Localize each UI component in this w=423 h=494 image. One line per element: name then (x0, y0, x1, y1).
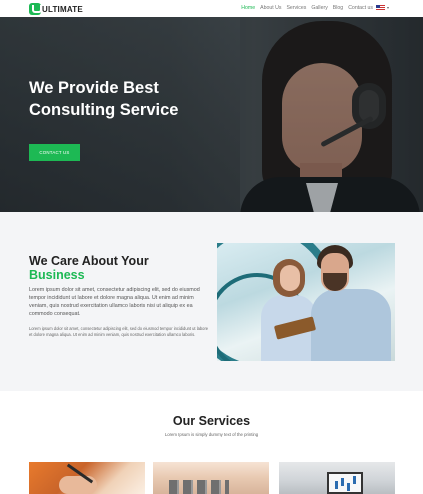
services-subtitle: Lorem Ipsum is simply dummy text of the … (164, 432, 259, 437)
service-card-3-image[interactable] (279, 462, 395, 494)
hero-title: We Provide Best Consulting Service (29, 77, 229, 121)
about-image (217, 243, 395, 361)
nav-item-contact-us[interactable]: Contact us (348, 5, 373, 11)
about-paragraph-1: Lorem ipsum dolor sit amet, consectetur … (29, 287, 200, 317)
about-image-man-body (311, 289, 391, 361)
services-title: Our Services (172, 414, 251, 428)
chart-board-icon (327, 472, 363, 494)
nav-item-services[interactable]: Services (286, 5, 306, 11)
about-paragraph-2: Lorem ipsum dolor sit amet, consectetur … (29, 326, 209, 337)
hero-title-line2: Consulting Service (29, 101, 179, 119)
chevron-down-icon[interactable] (387, 7, 389, 9)
coins-icon (169, 480, 229, 494)
us-flag-icon[interactable] (376, 5, 385, 11)
about-image-woman-face (280, 265, 300, 291)
about-title-line1: We Care About Your (29, 254, 149, 268)
logo[interactable]: ULTIMATE (29, 3, 83, 15)
about-title-line2: Business (29, 268, 85, 282)
nav-item-gallery[interactable]: Gallery (311, 5, 327, 11)
logo-text: ULTIMATE (42, 4, 83, 14)
service-card-1-image[interactable] (29, 462, 145, 494)
hero-banner: We Provide Best Consulting Service CONTA… (0, 17, 423, 212)
about-section: We Care About Your Business Lorem ipsum … (0, 212, 423, 391)
logo-icon (29, 3, 42, 15)
contact-us-button[interactable]: CONTACT US (29, 144, 80, 161)
nav-item-blog[interactable]: Blog (333, 5, 343, 11)
main-menu: Home About Us Services Gallery Blog Cont… (241, 5, 373, 11)
nav-item-about-us[interactable]: About Us (260, 5, 281, 11)
hero-title-line1: We Provide Best (29, 79, 159, 97)
nav-item-home[interactable]: Home (241, 5, 255, 11)
navbar: ULTIMATE Home About Us Services Gallery … (0, 0, 423, 17)
service-card-2-image[interactable] (153, 462, 269, 494)
